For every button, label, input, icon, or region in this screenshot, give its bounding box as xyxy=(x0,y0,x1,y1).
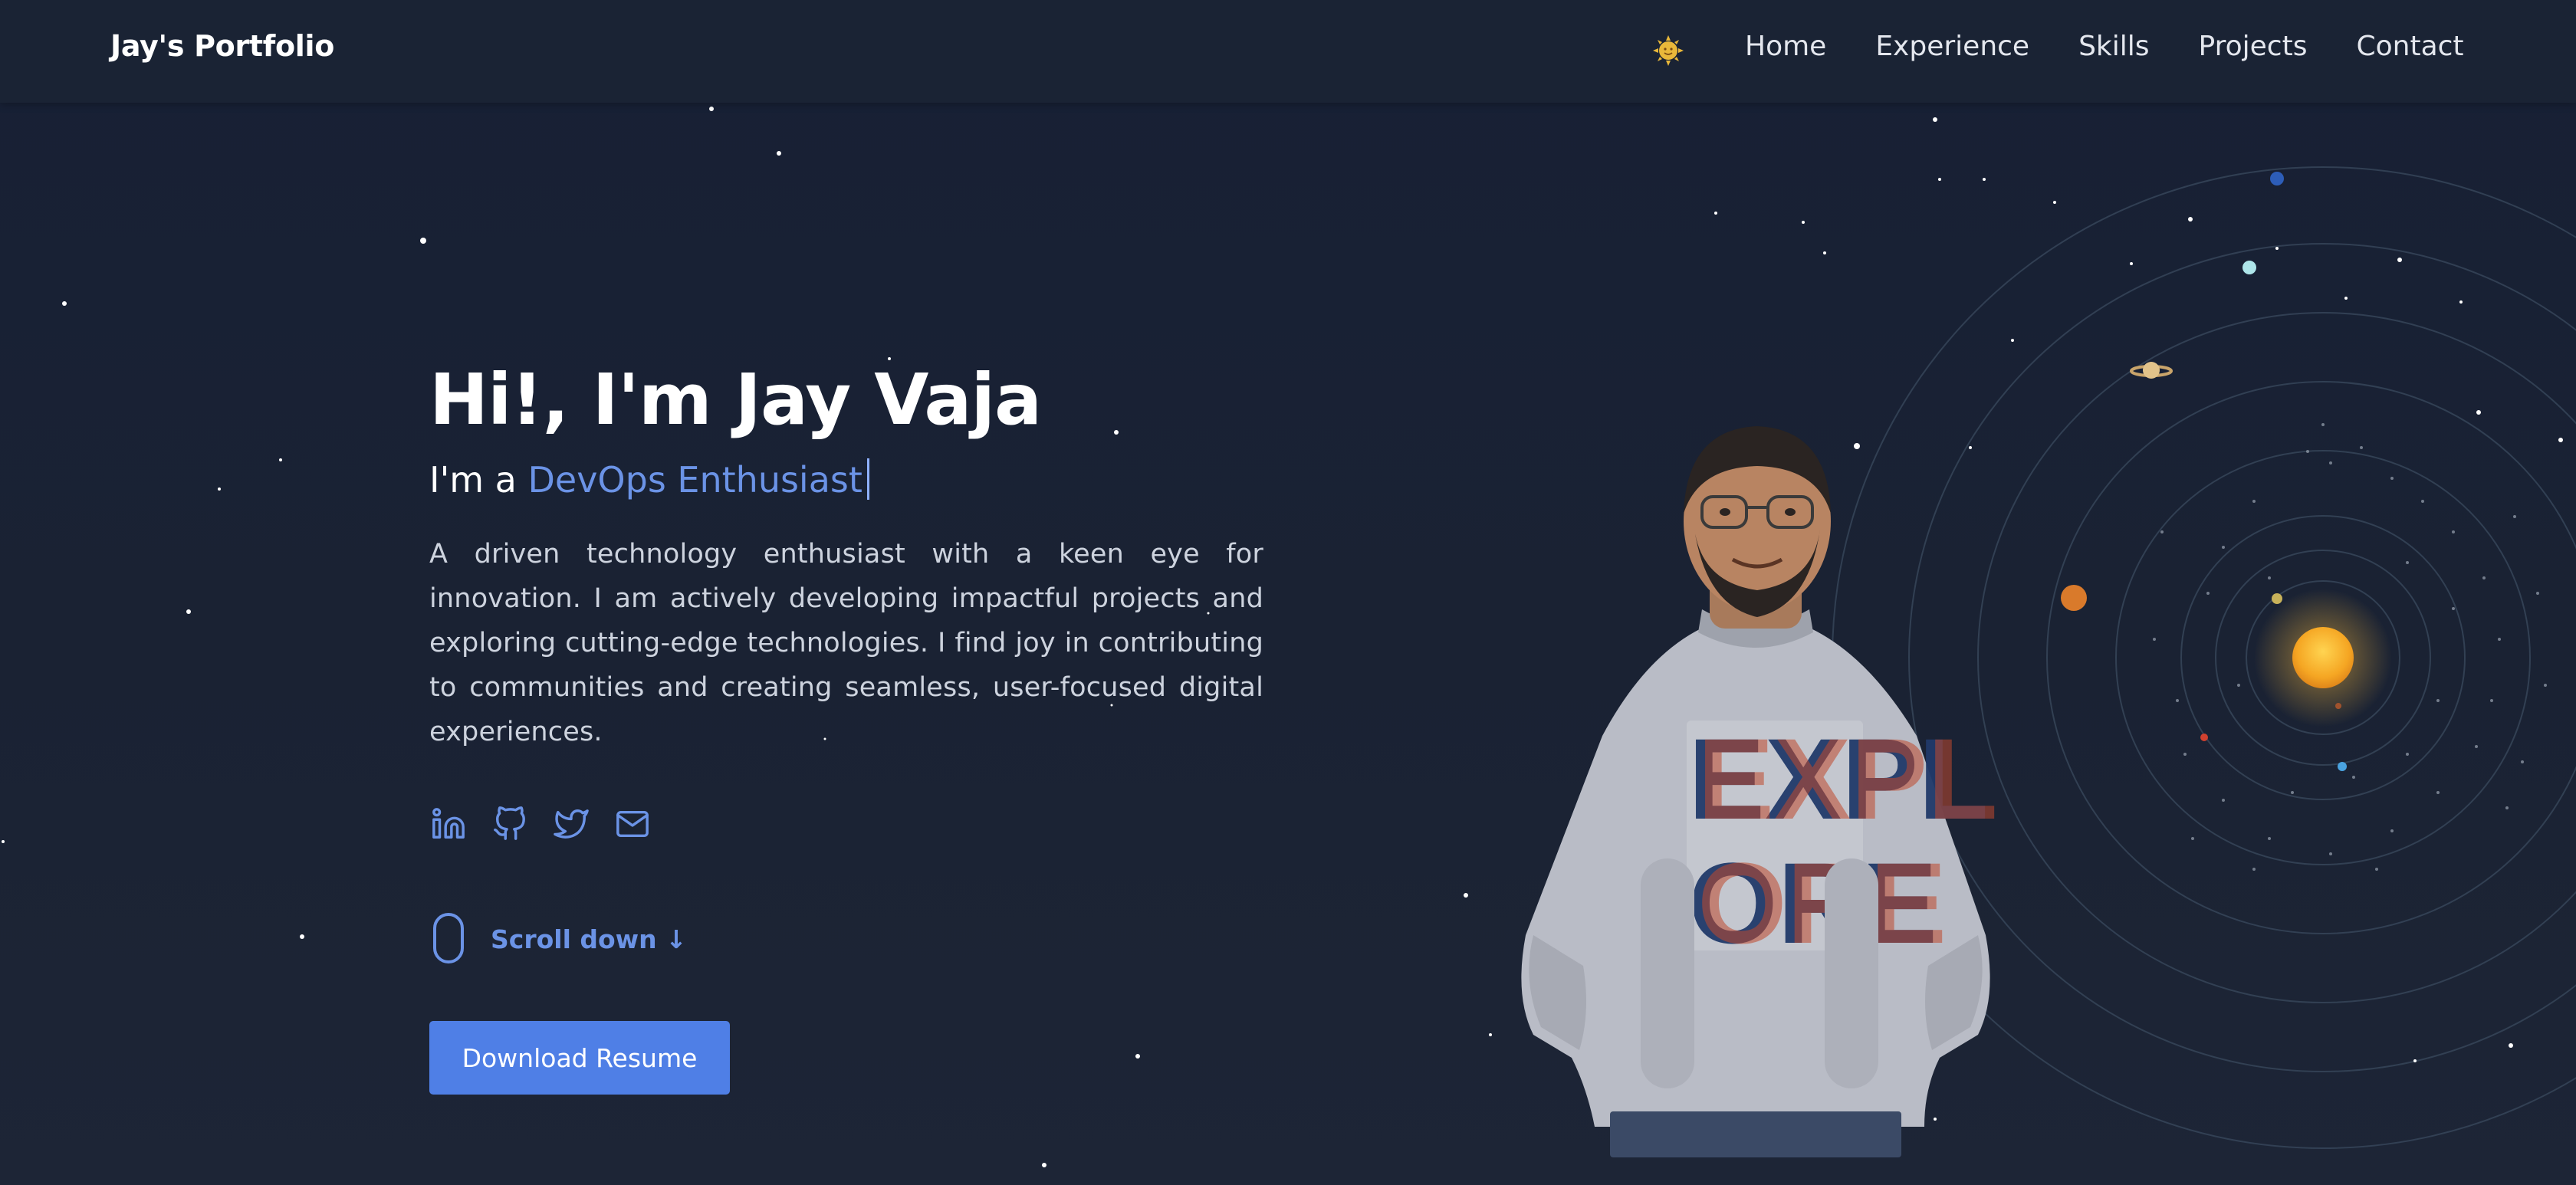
scroll-down-link[interactable]: Scroll down ↓ xyxy=(429,912,687,966)
nav-link-home[interactable]: Home xyxy=(1745,31,1826,62)
linkedin-link[interactable] xyxy=(429,805,468,843)
nav-links: Home Experience Skills Projects Contact xyxy=(1745,31,2464,62)
brand-logo[interactable]: Jay's Portfolio xyxy=(110,29,334,63)
nav-link-projects[interactable]: Projects xyxy=(2199,31,2308,62)
twitter-link[interactable] xyxy=(552,805,590,843)
nav-link-experience[interactable]: Experience xyxy=(1875,31,2029,62)
hero-title: Hi!, I'm Jay Vaja xyxy=(429,359,1042,441)
navbar: Jay's Portfolio Home Experience Skills P… xyxy=(0,0,2576,103)
download-resume-button[interactable]: Download Resume xyxy=(429,1021,730,1095)
svg-text:EXPL: EXPL xyxy=(1697,714,1998,843)
typing-cursor xyxy=(866,458,869,500)
svg-text:ORE: ORE xyxy=(1697,839,1947,967)
mouse-icon xyxy=(433,913,464,963)
twitter-icon xyxy=(554,809,589,839)
nav-link-skills[interactable]: Skills xyxy=(2078,31,2149,62)
subtitle-prefix: I'm a xyxy=(429,459,528,501)
social-links xyxy=(429,805,675,843)
subtitle-role: DevOps Enthusiast xyxy=(527,459,863,501)
hero-subtitle: I'm a DevOps Enthusiast xyxy=(429,458,869,501)
email-link[interactable] xyxy=(613,805,652,843)
linkedin-icon xyxy=(432,808,465,839)
scroll-down-label: Scroll down ↓ xyxy=(491,924,687,954)
nav-link-contact[interactable]: Contact xyxy=(2356,31,2463,62)
theme-toggle-button[interactable] xyxy=(1650,32,1687,69)
github-link[interactable] xyxy=(491,805,529,843)
page: EXPL ORE EXPL ORE Jay's Portfolio Home E… xyxy=(0,0,2576,1185)
hero-bio: A driven technology enthusiast with a ke… xyxy=(429,539,1263,747)
mail-icon xyxy=(616,810,649,838)
profile-photo: EXPL ORE EXPL ORE xyxy=(1521,426,1998,1157)
github-icon xyxy=(494,806,525,840)
sun-face-icon xyxy=(1653,35,1684,66)
